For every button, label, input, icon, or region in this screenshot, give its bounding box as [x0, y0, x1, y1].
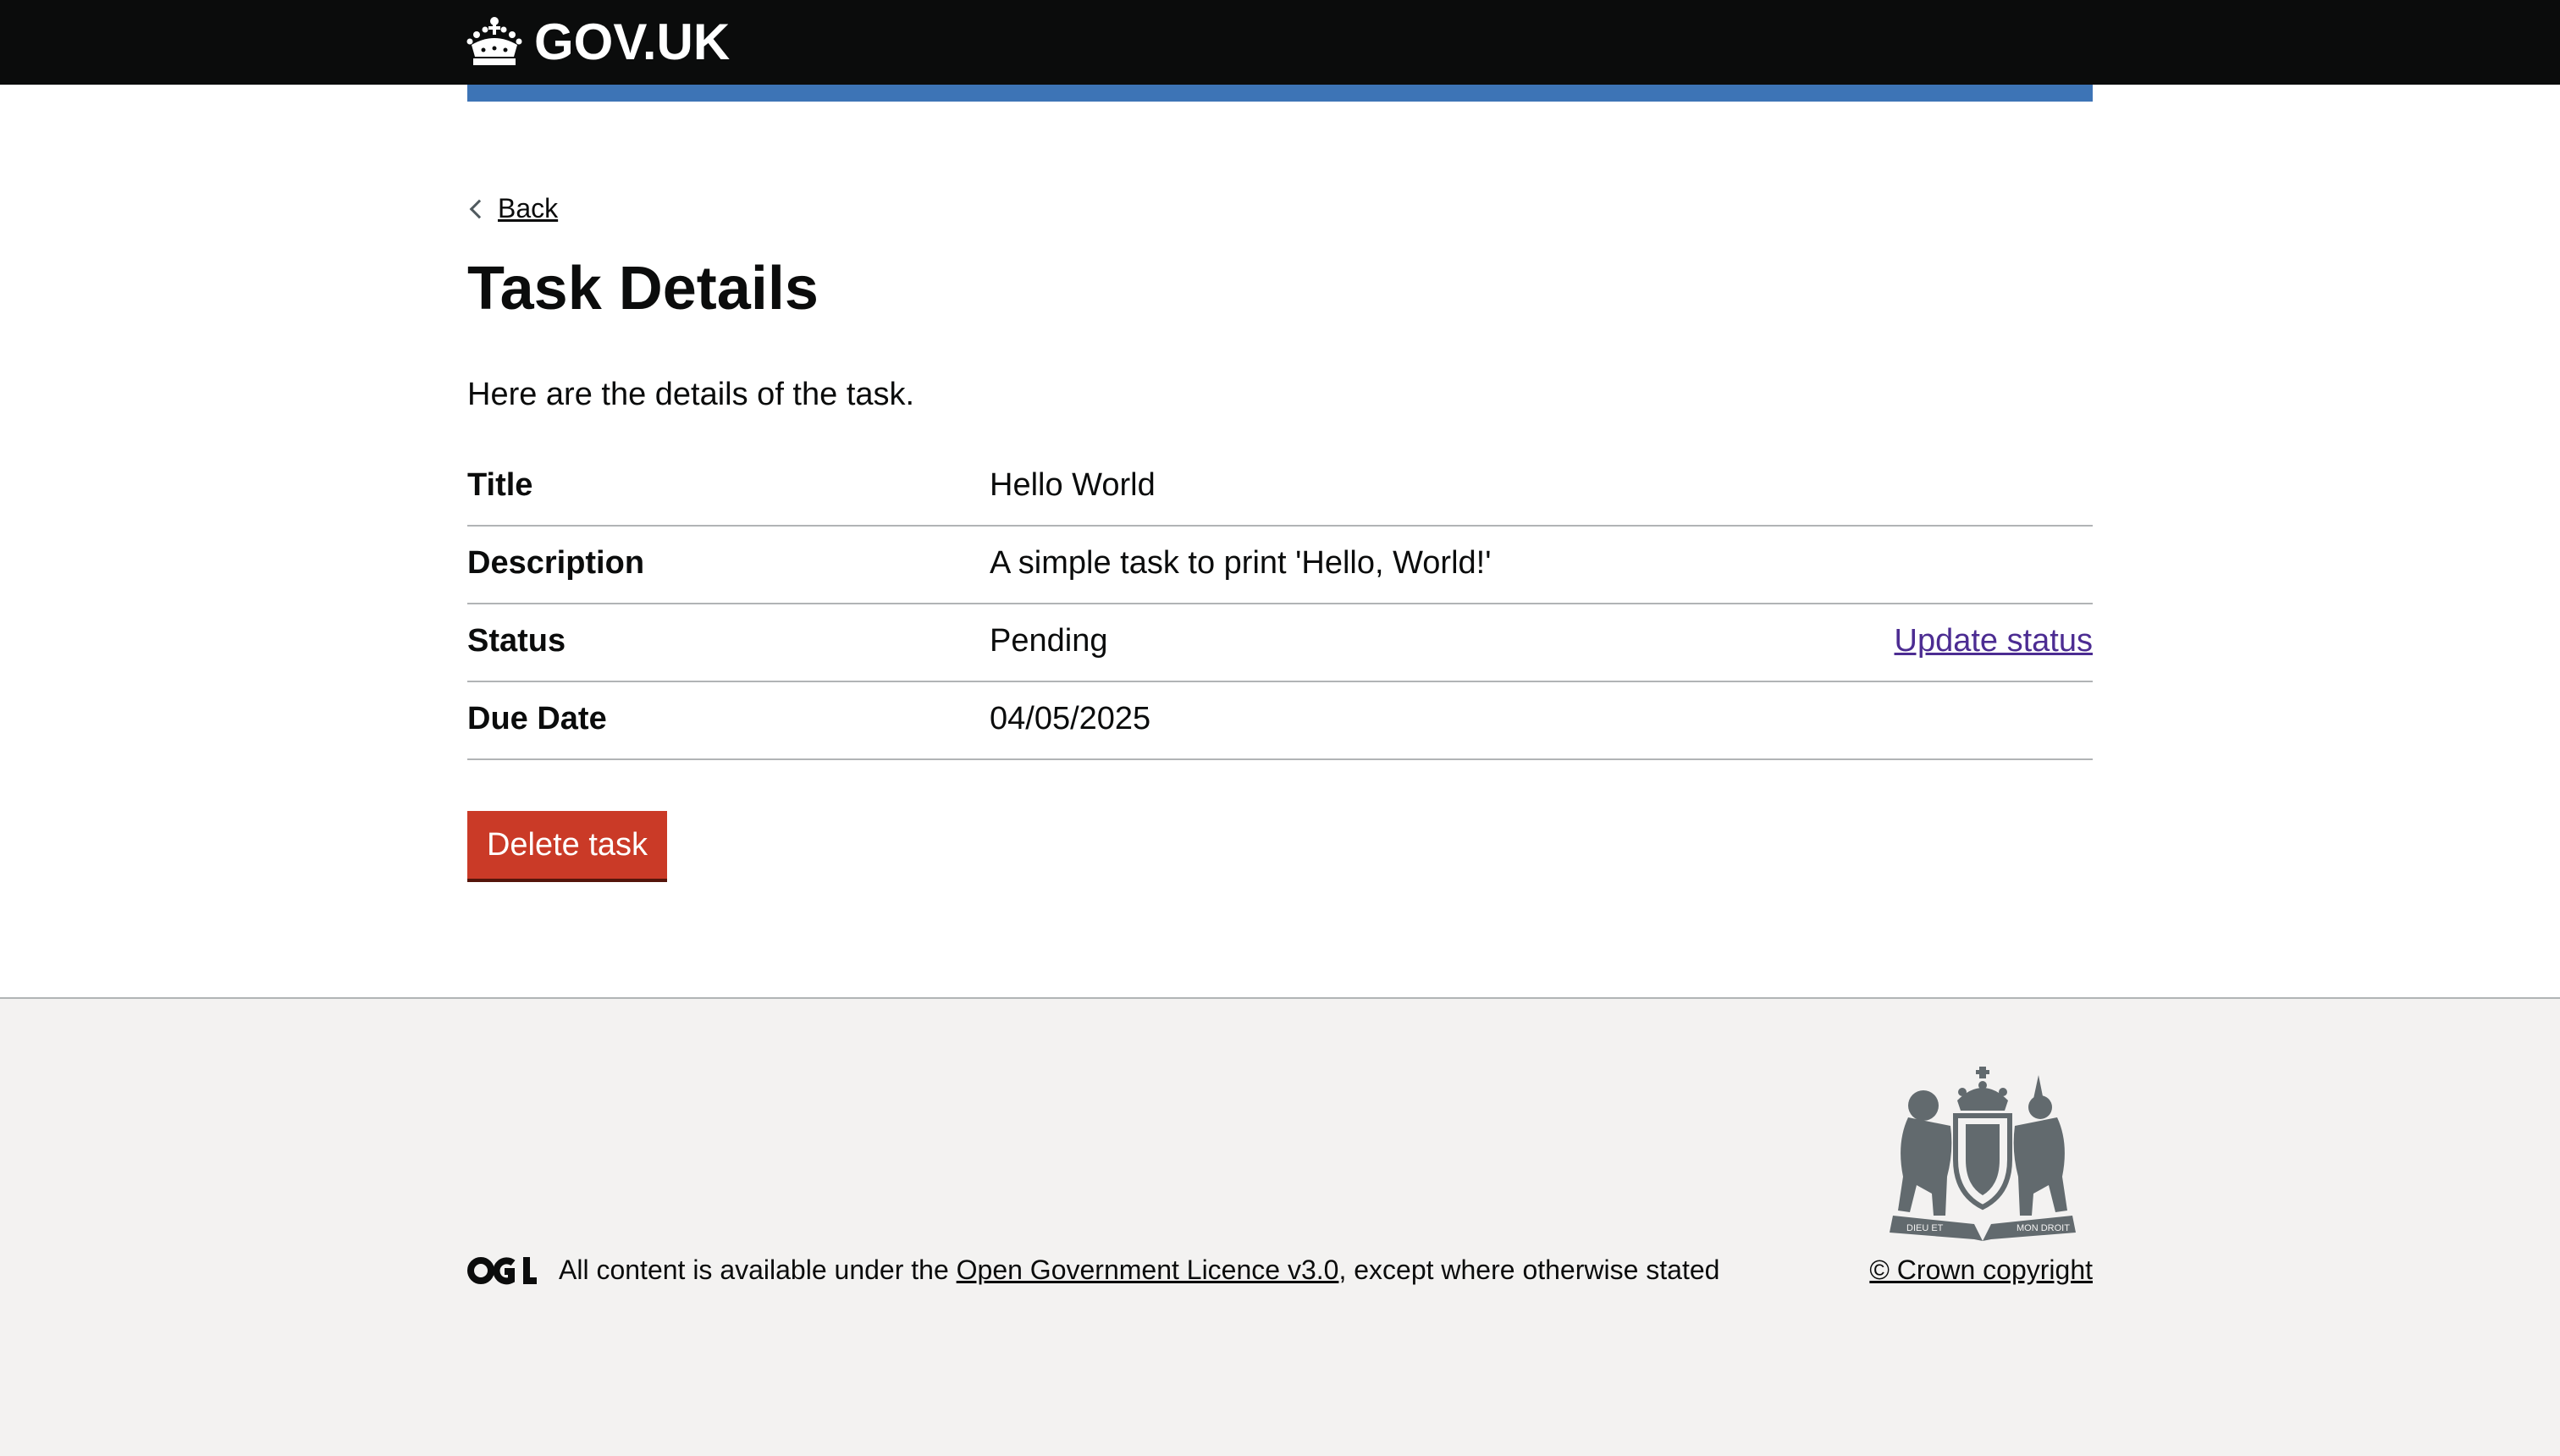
chevron-left-icon — [469, 199, 489, 218]
crown-icon — [466, 17, 522, 65]
delete-task-button[interactable]: Delete task — [467, 811, 667, 879]
page-lead-text: Here are the details of the task. — [467, 377, 915, 412]
summary-row-title: Title Hello World — [467, 449, 2093, 527]
site-header: GOV.UK — [0, 0, 2560, 85]
task-summary-list: Title Hello World Description A simple t… — [467, 449, 2093, 760]
ogl-logo-icon — [467, 1257, 537, 1285]
summary-value: Hello World — [990, 467, 1156, 503]
royal-coat-of-arms-icon: DIEU ET MON DROIT — [1890, 1067, 2076, 1241]
crest-motto-right: MON DROIT — [2017, 1223, 2070, 1233]
site-footer: DIEU ET MON DROIT All content is availab… — [0, 997, 2560, 1456]
licence-suffix: , except where otherwise stated — [1338, 1255, 1720, 1285]
summary-row-description: Description A simple task to print 'Hell… — [467, 527, 2093, 604]
summary-row-due-date: Due Date 04/05/2025 — [467, 682, 2093, 760]
update-status-link[interactable]: Update status — [1895, 623, 2093, 659]
crest-motto-left: DIEU ET — [1906, 1223, 1944, 1233]
summary-row-status: Status Pending Update status — [467, 604, 2093, 682]
back-link[interactable]: Back — [467, 193, 558, 224]
summary-value: Pending — [990, 623, 1108, 659]
govuk-logo-link[interactable]: GOV.UK — [466, 12, 730, 71]
summary-value: 04/05/2025 — [990, 701, 1151, 736]
header-service-bar — [467, 85, 2093, 102]
crown-copyright-link[interactable]: © Crown copyright — [1869, 1255, 2093, 1286]
summary-key: Description — [467, 545, 645, 581]
summary-key: Title — [467, 467, 533, 503]
summary-value: A simple task to print 'Hello, World!' — [990, 545, 1492, 581]
back-link-label: Back — [498, 193, 559, 223]
logo-text: GOV.UK — [534, 13, 731, 70]
page-title: Task Details — [467, 255, 819, 323]
licence-text: All content is available under the Open … — [559, 1255, 1719, 1286]
open-government-licence-link[interactable]: Open Government Licence v3.0 — [957, 1255, 1339, 1285]
summary-key: Status — [467, 623, 566, 659]
summary-key: Due Date — [467, 701, 607, 736]
licence-prefix: All content is available under the — [559, 1255, 957, 1285]
